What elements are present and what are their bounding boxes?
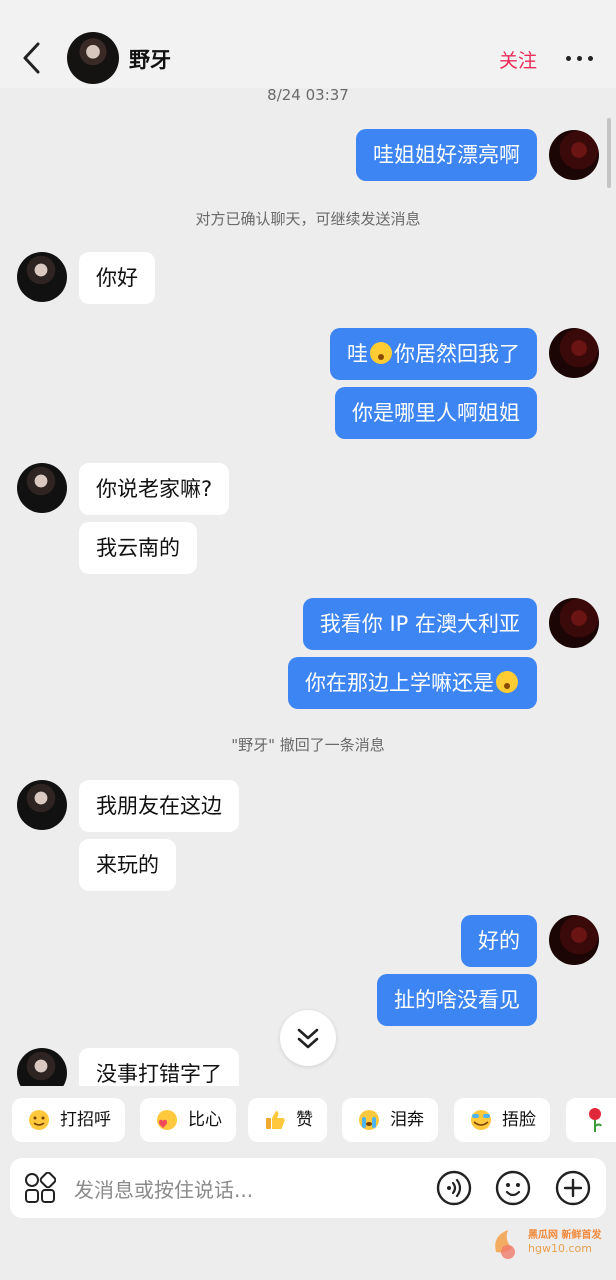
chip-label: 赞	[296, 1110, 313, 1130]
my-avatar[interactable]	[549, 598, 599, 648]
message-bubble-outgoing[interactable]: 哇姐姐好漂亮啊	[356, 129, 537, 181]
message-bubble-incoming[interactable]: 没事打错字了	[79, 1048, 239, 1086]
heart-face-icon	[157, 1110, 177, 1130]
apps-grid-icon[interactable]	[24, 1172, 56, 1204]
voice-icon[interactable]	[436, 1170, 472, 1206]
message-bubble-outgoing[interactable]: 你在那边上学嘛还是	[288, 657, 537, 709]
grinning-face-icon	[496, 671, 518, 693]
contact-avatar[interactable]	[17, 780, 67, 830]
message-bubble-outgoing[interactable]: 扯的啥没看见	[377, 974, 537, 1026]
follow-button[interactable]: 关注	[499, 46, 537, 73]
my-avatar[interactable]	[549, 130, 599, 180]
chip-label: 打招呼	[60, 1110, 111, 1130]
my-avatar[interactable]	[549, 328, 599, 378]
dot	[588, 56, 593, 61]
back-button[interactable]	[14, 38, 50, 78]
chat-header: 野牙 关注	[0, 0, 616, 88]
waving-face-icon	[29, 1110, 49, 1130]
message-bubble-outgoing[interactable]: 好的	[461, 915, 537, 967]
surprised-face-icon	[370, 342, 392, 364]
thumbs-up-icon	[266, 1111, 285, 1129]
quick-reply-tears[interactable]: 泪奔	[342, 1098, 438, 1142]
system-message: "野牙" 撤回了一条消息	[231, 736, 385, 754]
message-bubble-outgoing[interactable]: 哇 你居然回我了	[330, 328, 537, 380]
contact-avatar[interactable]	[17, 1048, 67, 1086]
message-text: 你居然回我了	[394, 342, 520, 366]
quick-reply-facepalm[interactable]: 捂脸	[454, 1098, 550, 1142]
quick-reply-bar: 打招呼 比心 赞 泪奔 捂脸	[0, 1098, 616, 1146]
chevron-left-icon	[23, 42, 40, 74]
message-input-bar: 发消息或按住说话...	[10, 1158, 606, 1218]
message-bubble-incoming[interactable]: 你好	[79, 252, 155, 304]
contact-avatar[interactable]	[17, 252, 67, 302]
message-bubble-outgoing[interactable]: 你是哪里人啊姐姐	[335, 387, 537, 439]
dot	[577, 56, 582, 61]
contact-name: 野牙	[129, 48, 171, 72]
message-bubble-incoming[interactable]: 我朋友在这边	[79, 780, 239, 832]
scroll-to-bottom-button[interactable]	[280, 1010, 336, 1066]
message-text: 哇	[347, 342, 368, 366]
quick-reply-heart[interactable]: 比心	[140, 1098, 236, 1142]
message-bubble-outgoing[interactable]: 我看你 IP 在澳大利亚	[302, 598, 537, 650]
message-text: 你在那边上学嘛还是	[305, 671, 494, 695]
scrollbar[interactable]	[607, 118, 611, 188]
watermark-text: 黑瓜网 新鲜首发	[528, 1230, 602, 1241]
dot	[566, 56, 571, 61]
message-bubble-incoming[interactable]: 来玩的	[79, 839, 176, 891]
quick-reply-greet[interactable]: 打招呼	[12, 1098, 125, 1142]
chip-label: 泪奔	[390, 1110, 424, 1130]
crying-face-icon	[359, 1110, 379, 1130]
chip-label: 捂脸	[502, 1110, 536, 1130]
emoji-icon[interactable]	[495, 1170, 531, 1206]
watermark-url: hgw10.com	[528, 1242, 592, 1255]
facepalm-icon	[471, 1110, 491, 1130]
more-options-button[interactable]	[562, 50, 598, 66]
my-avatar[interactable]	[549, 915, 599, 965]
plus-icon[interactable]	[555, 1170, 591, 1206]
message-bubble-incoming[interactable]: 你说老家嘛?	[79, 463, 230, 515]
quick-reply-rose[interactable]	[566, 1098, 616, 1142]
rose-icon	[589, 1108, 602, 1132]
double-chevron-down-icon	[297, 1028, 319, 1049]
quick-reply-like[interactable]: 赞	[248, 1098, 327, 1142]
message-list[interactable]: 8/24 03:37 哇姐姐好漂亮啊 对方已确认聊天，可继续发送消息 你好 哇你…	[0, 88, 616, 1086]
contact-avatar[interactable]	[67, 32, 119, 84]
message-input[interactable]: 发消息或按住说话...	[74, 1174, 253, 1203]
chip-label: 比心	[188, 1110, 222, 1130]
system-message: 对方已确认聊天，可继续发送消息	[195, 210, 421, 228]
message-bubble-incoming[interactable]: 我云南的	[79, 522, 197, 574]
timestamp: 8/24 03:37	[267, 88, 349, 104]
contact-avatar[interactable]	[17, 463, 67, 513]
